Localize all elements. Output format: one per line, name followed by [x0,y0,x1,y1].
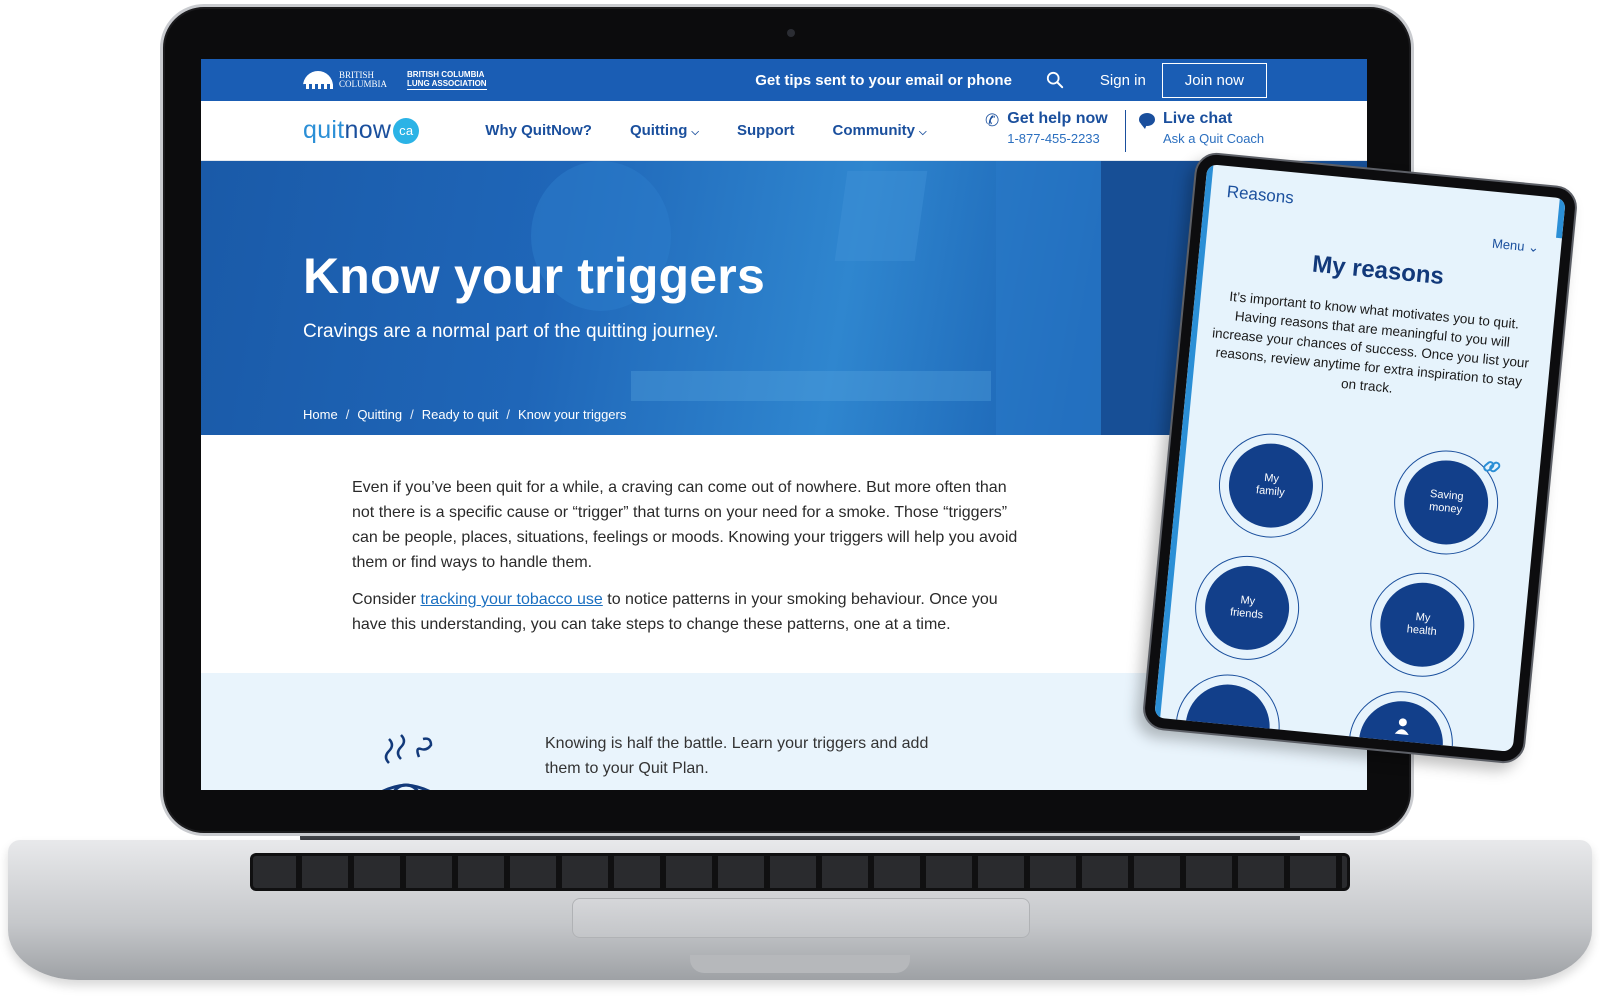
nav-item-community[interactable]: Community ⌵ [833,122,927,139]
breadcrumb-home[interactable]: Home [303,407,338,422]
reason-my-health[interactable]: My health [1365,567,1480,682]
laptop-trackpad [572,898,1030,938]
brand-quit: quit [303,116,345,144]
breadcrumb-quitting[interactable]: Quitting [357,407,402,422]
reason-line2: family [1255,484,1286,499]
nav-item-why-quitnow[interactable]: Why QuitNow? [485,122,592,139]
bc-sun-icon [303,71,333,89]
phone-menu-button[interactable]: Menu ⌄ [1491,236,1539,256]
join-now-button[interactable]: Join now [1161,62,1267,98]
search-icon[interactable] [1046,71,1064,89]
chat-title: Live chat [1163,110,1233,127]
breadcrumb-separator: / [345,407,350,422]
reason-bubble: My family [1225,439,1317,532]
laptop-keyboard [250,853,1350,891]
page-subtitle: Cravings are a normal part of the quitti… [303,321,719,342]
reason-line2: health [1406,623,1438,639]
nav-item-quitting[interactable]: Quitting ⌵ [630,122,699,139]
hero-photo-shape [996,161,1106,435]
breadcrumb-separator: / [506,407,510,422]
divider [1125,110,1126,152]
person-icon [1394,718,1409,735]
partner-logos: BRITISH COLUMBIA BRITISH COLUMBIA LUNG A… [303,70,487,90]
camera [787,29,795,37]
bc-gov-logo[interactable]: BRITISH COLUMBIA [303,71,387,89]
chevron-down-icon: ⌵ [919,127,927,138]
brand-now: now [344,116,392,144]
device-mockup: BRITISH COLUMBIA BRITISH COLUMBIA LUNG A… [0,0,1600,1002]
reason-saving-money[interactable]: Saving money [1389,445,1504,560]
phone-body: Reasons Menu ⌄ My reasons It’s important… [1141,150,1579,766]
chevron-down-icon: ⌄ [1527,239,1540,256]
nav-item-support[interactable]: Support [737,122,795,139]
reason-line2: money [1428,500,1463,516]
chevron-down-icon: ⌵ [691,127,700,138]
triggers-illustration-icon [381,734,433,790]
breadcrumb-ready-to-quit[interactable]: Ready to quit [422,407,499,422]
get-help-link[interactable]: ✆ Get help now 1-877-455-2233 [985,110,1108,146]
reason-my-friends[interactable]: My friends [1190,551,1304,665]
tips-link[interactable]: Get tips sent to your email or phone [755,72,1012,89]
hero-photo-shape [834,171,928,261]
lung-logo-line1: BRITISH COLUMBIA [407,70,485,79]
brand-ca-badge: ca [393,117,420,144]
breadcrumb: Home / Quitting / Ready to quit / Know your… [303,407,626,422]
tracking-paragraph: Consider tracking your tobacco use to no… [352,587,1021,637]
page-title: Know your triggers [303,248,765,304]
article-body: Even if you’ve been quit for a while, a … [201,435,1021,637]
nav-menu: Why QuitNow? Quitting ⌵ Support Community… [485,122,926,139]
reason-bubble: Saving money [1400,456,1492,549]
phone-screen: Reasons Menu ⌄ My reasons It’s important… [1154,164,1566,752]
bc-logo-line2: COLUMBIA [339,79,388,89]
help-phone: 1-877-455-2233 [1007,131,1100,146]
reasons-description: It’s important to know what motivates yo… [1211,288,1530,396]
reason-bubble [1355,697,1447,752]
reason-my-family[interactable]: My family [1214,428,1328,543]
phone-icon: ✆ [985,111,1000,130]
p2-before: Consider [352,591,421,608]
phone-mockup: Reasons Menu ⌄ My reasons It’s important… [1141,150,1579,766]
nav-item-label: Community [832,122,916,139]
chat-sub: Ask a Quit Coach [1163,131,1265,146]
reason-line2: friends [1229,606,1264,622]
intro-paragraph: Even if you’ve been quit for a while, a … [352,479,1018,571]
hero-photo-shape [631,371,991,401]
nav-item-label: Support [737,122,795,139]
reason-add[interactable] [1344,686,1458,752]
link-icon[interactable] [1480,455,1504,479]
phone-header-title: Reasons [1226,182,1295,208]
main-nav: quit now ca Why QuitNow? Quitting ⌵ Support… [201,101,1367,161]
breadcrumb-separator: / [410,407,414,422]
phone-accent-rail [1556,197,1566,239]
reason-bubble: My health [1376,578,1469,671]
reason-bubble: My friends [1201,562,1293,654]
tracking-tobacco-link[interactable]: tracking your tobacco use [420,591,602,608]
utility-bar: BRITISH COLUMBIA BRITISH COLUMBIA LUNG A… [201,59,1367,101]
quitnow-logo[interactable]: quit now ca [303,116,420,145]
nav-item-label: Quitting [629,122,688,139]
phone-menu-label: Menu [1491,235,1526,254]
live-chat-link[interactable]: Live chat Ask a Quit Coach [1139,110,1264,146]
nav-item-label: Why QuitNow? [485,122,592,139]
sign-in-link[interactable]: Sign in [1100,72,1146,89]
help-title: Get help now [1007,110,1108,127]
breadcrumb-current: Know your triggers [517,407,627,422]
laptop-notch [690,955,910,973]
chat-bubble-icon [1139,113,1155,129]
lung-association-logo[interactable]: BRITISH COLUMBIA LUNG ASSOCIATION [407,70,487,90]
callout-text: Knowing is half the battle. Learn your t… [545,735,929,777]
lung-logo-line2: LUNG ASSOCIATION [407,79,487,88]
